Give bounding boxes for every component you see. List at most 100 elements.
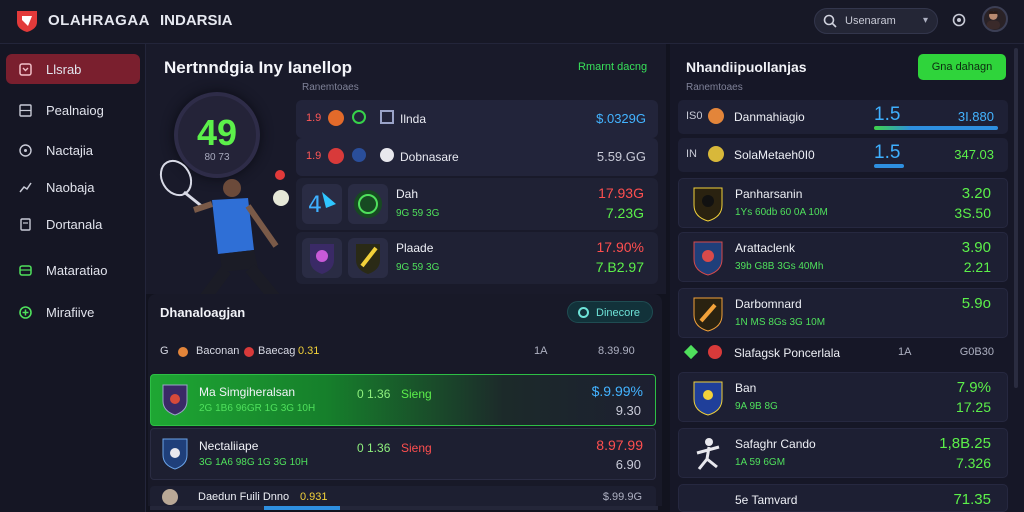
page-title: Nertnndgia Iny Ianellop (164, 58, 352, 77)
sidebar-item-label: Llsrab (46, 62, 82, 77)
row-value: 3I.880 (957, 109, 994, 124)
team-name: Dah (396, 187, 419, 201)
sidebar-item-label: Pealnaiog (46, 103, 104, 118)
avatar[interactable] (982, 6, 1008, 32)
sidebar-item-label: Mirafiive (46, 305, 95, 320)
team-badge-icon (328, 148, 344, 164)
team-badge-icon (708, 108, 724, 124)
match-score: 0 1.36 (357, 441, 391, 455)
team-crest-icon (693, 241, 723, 276)
team-name: Safaghr Cando (735, 437, 816, 451)
brand-name[interactable]: OLAHRAGAA (48, 12, 150, 29)
search-icon (823, 14, 837, 28)
odds-value: 71.35 (953, 491, 991, 508)
team-crest-icon (693, 187, 723, 222)
team-badge-icon (178, 347, 188, 357)
odds-value: 3.90 (961, 239, 991, 256)
team-odds-primary: 17.90% (596, 239, 644, 255)
team-name: Plaade (396, 241, 434, 255)
live-link[interactable]: Rmarnt dacng (578, 61, 647, 73)
odds-value: 0.931 (300, 491, 328, 503)
odds-row[interactable]: 1.9 Dobnasare 5.59.GG (296, 138, 658, 176)
score-value: 49 (196, 112, 238, 153)
list-item[interactable]: Nectaliiape 3G 1A6 98G 1G 3G 10H 0 1.36 … (150, 428, 656, 480)
team-badge-icon (328, 110, 344, 126)
chevron-down-icon[interactable]: ▾ (923, 15, 928, 26)
team-card[interactable]: 5e Tamvard 71.35 (678, 484, 1008, 512)
sidebar-item-dortanala[interactable]: Dortanala (6, 209, 140, 239)
team-badge-icon (352, 148, 366, 162)
bookmark-icon (19, 63, 32, 76)
chart-icon (19, 182, 32, 193)
odds-value: 5.9o (961, 295, 991, 312)
odds-value: 5.59.GG (596, 149, 646, 164)
sidebar-item-nactajia[interactable]: Nactajia (6, 135, 140, 165)
leaderboard-row[interactable]: IS0 Danmahiagio 1.5 3I.880 (678, 100, 1008, 134)
user-avatar-icon (986, 11, 1001, 30)
section-title: INDARSIA (160, 12, 233, 29)
team-badge-icon (708, 345, 722, 359)
odds-label: 1.9 (306, 112, 322, 124)
team-name: SolaMetaeh0I0 (734, 148, 815, 162)
team-name: 5e Tamvard (735, 493, 798, 507)
team-name: Danmahiagio (734, 110, 805, 124)
brand-logo-icon[interactable] (14, 8, 40, 34)
odds-row[interactable]: 1.9 Ilnda $.0329G (296, 100, 658, 138)
compass-icon (19, 144, 32, 157)
discover-button[interactable]: Dinecore (567, 301, 653, 323)
wallet-icon (19, 265, 32, 276)
team-badge-icon (244, 347, 254, 357)
sidebar-item-pealnaiog[interactable]: Pealnaiog (6, 95, 140, 125)
team-crest-icon (162, 438, 188, 470)
row-index: IS0 (686, 110, 703, 122)
odds-secondary: 17.25 (955, 399, 991, 415)
team-stats: 39b G8B 3Gs 40Mh (735, 261, 824, 272)
rating-value: 1.5 (874, 104, 901, 125)
team-name: Slafagsk Poncerlala (734, 346, 841, 360)
match-name: Nectaliiape (199, 439, 259, 453)
list-item[interactable]: G Baconan Baecag 0.31 1A 8.39.90 (160, 345, 650, 361)
list-item[interactable]: Ma Simgiheralsan 2G 1B6 96GR 1G 3G 10H 0… (150, 374, 656, 426)
svg-text:4: 4 (308, 193, 322, 218)
discover-label: Dinecore (596, 307, 641, 319)
list-item[interactable]: Daedun Fuili Dnno 0.931 $.99.9G (150, 486, 656, 508)
primary-action-button[interactable]: Gna dahagn (918, 54, 1006, 80)
scrollbar-thumb[interactable] (264, 506, 340, 510)
sidebar-item-naobaja[interactable]: Naobaja (6, 172, 140, 202)
search-box[interactable]: Usenaram ▾ (814, 8, 938, 34)
team-card[interactable]: Ban 9A 9B 8G 7.9% 17.25 (678, 372, 1008, 422)
row-index: IN (686, 148, 697, 160)
team-crest-icon (348, 184, 388, 224)
team-odds-secondary: 7.B2.97 (595, 259, 644, 275)
sidebar-item-label: Dortanala (46, 217, 103, 232)
team-card[interactable]: Panharsanin 1Ys 60db 60 0A 10M 3.20 3S.5… (678, 178, 1008, 228)
odds-secondary: 2.21 (963, 259, 991, 275)
sidebar-item-llsrab[interactable]: Llsrab (6, 54, 140, 84)
team-card[interactable]: 4 Dah 9G 59 3G 17.93G 7.23G (296, 178, 658, 230)
odds-secondary: 7.326 (955, 455, 991, 471)
leaderboard-row[interactable]: IN SolaMetaeh0I0 1.5 347.03 (678, 138, 1008, 172)
team-card[interactable]: Safaghr Cando 1A 59 6GM 1,8B.25 7.326 (678, 428, 1008, 478)
team-badge-icon (162, 489, 178, 505)
team-name: Baconan (196, 345, 240, 357)
match-status: Sieng (401, 441, 432, 455)
team-card[interactable]: Arattaclenk 39b G8B 3Gs 40Mh 3.90 2.21 (678, 232, 1008, 282)
team-odds-secondary: 7.23G (605, 205, 644, 221)
list-title: Dhanaloagjan (160, 305, 246, 320)
discover-icon (578, 307, 589, 318)
team-card[interactable]: Darbomnard 1N MS 8Gs 3G 10M 5.9o (678, 288, 1008, 338)
team-name: Arattaclenk (735, 241, 796, 255)
row-meta: 1A (534, 345, 548, 357)
team-card[interactable]: Plaade 9G 59 3G 17.90% 7.B2.97 (296, 232, 658, 284)
sidebar-item-mirafiive[interactable]: Mirafiive (6, 297, 140, 327)
top-bar: OLAHRAGAA INDARSIA Usenaram ▾ (0, 0, 1024, 44)
search-input[interactable]: Usenaram (845, 15, 896, 27)
sidebar-item-mataratiao[interactable]: Mataratiao (6, 255, 140, 285)
rating-bar (874, 126, 998, 130)
horizontal-scrollbar[interactable] (150, 506, 658, 510)
row-value: 8.39.90 (598, 345, 635, 357)
leaderboard-row[interactable]: Slafagsk Poncerlala 1A G0B30 (678, 342, 1008, 364)
odds-team-name: Dobnasare (400, 150, 459, 164)
vertical-scrollbar[interactable] (1014, 48, 1018, 388)
gear-icon[interactable] (951, 12, 967, 28)
